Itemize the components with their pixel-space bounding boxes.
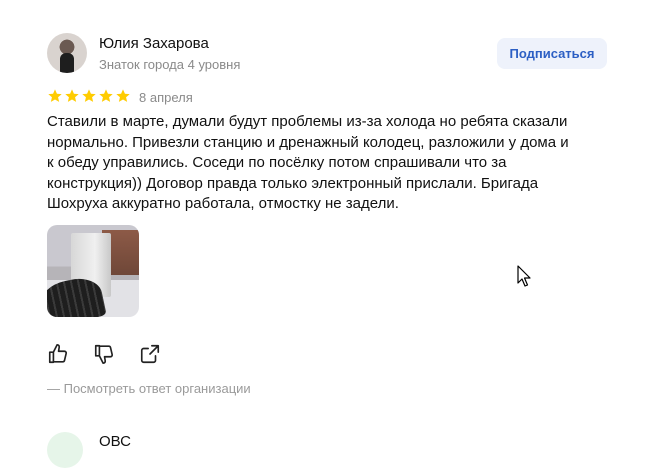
star-icon xyxy=(82,89,96,102)
star-icon xyxy=(48,89,62,102)
share-icon[interactable] xyxy=(139,343,161,365)
thumb-up-icon[interactable] xyxy=(47,343,69,365)
review-date: 8 апреля xyxy=(139,90,193,105)
review-actions xyxy=(47,343,161,365)
subscribe-button[interactable]: Подписаться xyxy=(497,38,607,69)
thumb-down-icon[interactable] xyxy=(93,343,115,365)
org-answer-link[interactable]: — Посмотреть ответ организации xyxy=(47,381,251,396)
star-icon xyxy=(65,89,79,102)
star-icon xyxy=(116,89,130,102)
mouse-cursor-icon xyxy=(517,265,531,287)
author-name[interactable]: Юлия Захарова xyxy=(99,35,209,52)
review-text: Ставили в марте, думали будут проблемы и… xyxy=(47,113,569,212)
review-photo[interactable] xyxy=(47,225,139,317)
author-level: Знаток города 4 уровня xyxy=(99,57,241,72)
star-icon xyxy=(99,89,113,102)
author-avatar[interactable] xyxy=(47,33,87,73)
next-author-name[interactable]: ОВС xyxy=(99,433,131,450)
next-author-avatar[interactable] xyxy=(47,432,83,468)
rating-stars xyxy=(47,88,131,104)
